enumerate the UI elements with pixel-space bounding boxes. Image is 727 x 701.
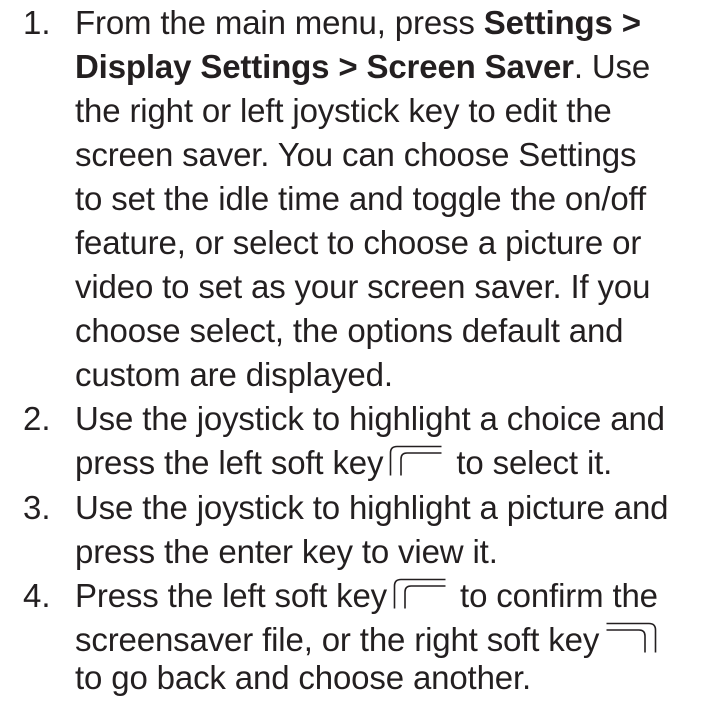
step-1-line-1: From the main menu, press Settings > [75,4,641,41]
menu-path: Display Settings > Screen Saver [75,48,574,85]
step-4-line-1: Press the left soft key to confirm the [75,577,658,614]
left-soft-key-icon [389,445,443,477]
step-2-line-1: Use the joystick to highlight a choice a… [75,400,665,437]
left-soft-key-icon [393,578,447,610]
menu-path: Settings > [483,4,641,41]
step-1-line-2: Display Settings > Screen Saver. Use [75,48,651,85]
step-3-line-1: Use the joystick to highlight a picture … [75,489,669,526]
step-1-line-9: custom are displayed. [75,356,393,393]
right-soft-key-icon [605,622,657,654]
step-1-line-7: video to set as your screen saver. If yo… [75,268,651,305]
step-1-line-8: choose select, the options default and [75,312,624,349]
step-number: 4. [23,577,51,614]
step-1-line-5: to set the idle time and toggle the on/o… [75,180,646,217]
step-1-line-4: screen saver. You can choose Settings [75,136,637,173]
step-3-line-2: press the enter key to view it. [75,533,498,570]
step-1-line-6: feature, or select to choose a picture o… [75,224,642,261]
step-1-line-3: the right or left joystick key to edit t… [75,92,612,129]
step-number: 3. [23,489,51,526]
step-number: 1. [23,4,51,41]
step-4-line-3: to go back and choose another. [75,659,532,696]
step-2-line-2: press the left soft key to select it. [75,444,613,481]
step-number: 2. [23,400,51,437]
instruction-steps: 1. From the main menu, press Settings > … [0,0,727,701]
